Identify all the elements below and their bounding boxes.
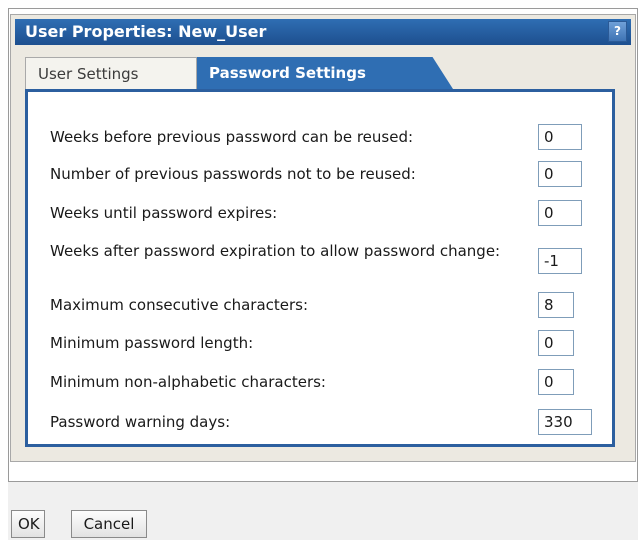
ok-button[interactable]: OK xyxy=(11,510,45,538)
reuse-weeks-input[interactable] xyxy=(538,124,582,150)
help-button[interactable]: ? xyxy=(608,21,627,42)
dialog-title: User Properties: New_User xyxy=(25,22,267,41)
password-settings-panel: Weeks before previous password can be re… xyxy=(25,89,615,447)
tab-password-settings[interactable]: Password Settings xyxy=(197,57,453,89)
reuse-weeks-label: Weeks before previous password can be re… xyxy=(50,128,414,146)
max-consecutive-label: Maximum consecutive characters: xyxy=(50,296,309,314)
tab-user-settings[interactable]: User Settings xyxy=(25,57,197,89)
cancel-button[interactable]: Cancel xyxy=(71,510,147,538)
change-after-expire-input[interactable] xyxy=(538,248,582,274)
change-after-expire-label: Weeks after password expiration to allow… xyxy=(50,242,501,260)
user-properties-dialog: User Properties: New_User ? User Setting… xyxy=(10,14,636,462)
warning-days-label: Password warning days: xyxy=(50,413,231,431)
min-non-alphabetic-input[interactable] xyxy=(538,369,574,395)
tab-password-settings-label: Password Settings xyxy=(209,64,366,82)
tab-user-settings-label: User Settings xyxy=(38,65,139,83)
dialog-button-bar: OK Cancel xyxy=(8,481,638,540)
min-length-input[interactable] xyxy=(538,330,574,356)
max-consecutive-input[interactable] xyxy=(538,292,574,318)
dialog-title-bar[interactable]: User Properties: New_User ? xyxy=(15,19,631,45)
min-non-alphabetic-label: Minimum non-alphabetic characters: xyxy=(50,373,326,391)
warning-days-input[interactable] xyxy=(538,409,592,435)
help-icon: ? xyxy=(614,24,621,38)
previous-passwords-label: Number of previous passwords not to be r… xyxy=(50,165,416,183)
expire-weeks-label: Weeks until password expires: xyxy=(50,204,278,222)
expire-weeks-input[interactable] xyxy=(538,200,582,226)
min-length-label: Minimum password length: xyxy=(50,334,254,352)
previous-passwords-input[interactable] xyxy=(538,161,582,187)
